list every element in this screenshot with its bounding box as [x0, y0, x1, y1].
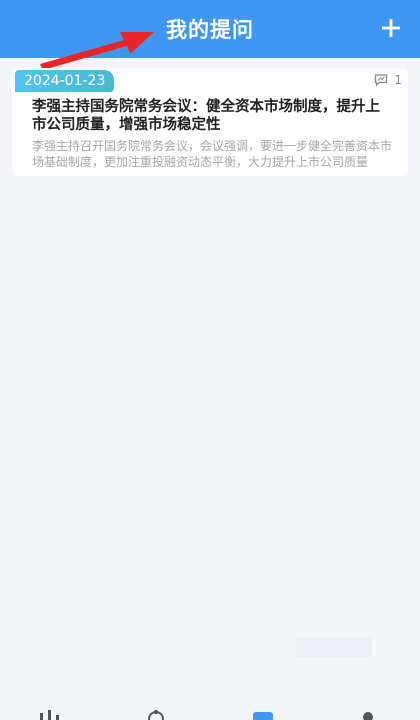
- watermark: [296, 637, 372, 657]
- comment-icon: [375, 74, 388, 86]
- bottom-tab-bar: [0, 706, 420, 720]
- screen: 我的提问 2024-01-23 1 李强主持国务院常务会议：健全资本市场制度，提…: [0, 0, 420, 720]
- question-title: 李强主持国务院常务会议：健全资本市场制度，提升上市公司质量，增强市场稳定性: [32, 99, 380, 133]
- question-icon[interactable]: [250, 710, 276, 720]
- page-title: 我的提问: [166, 18, 254, 42]
- question-card[interactable]: 2024-01-23 1 李强主持国务院常务会议：健全资本市场制度，提升上市公司…: [12, 68, 408, 176]
- profile-icon[interactable]: [358, 710, 378, 720]
- reply-count-value: 1: [394, 73, 402, 87]
- app-header: 我的提问: [0, 0, 420, 58]
- gear-icon[interactable]: [143, 710, 169, 720]
- stock-chart-icon[interactable]: [38, 710, 64, 720]
- question-summary: 李强主持召开国务院常务会议，会议强调，要进一步健全完善资本市场基础制度，更加注重…: [32, 139, 392, 169]
- date-badge: 2024-01-23: [15, 70, 115, 92]
- plus-icon: [382, 19, 400, 37]
- reply-count: 1: [374, 73, 402, 87]
- add-question-button[interactable]: [376, 13, 406, 43]
